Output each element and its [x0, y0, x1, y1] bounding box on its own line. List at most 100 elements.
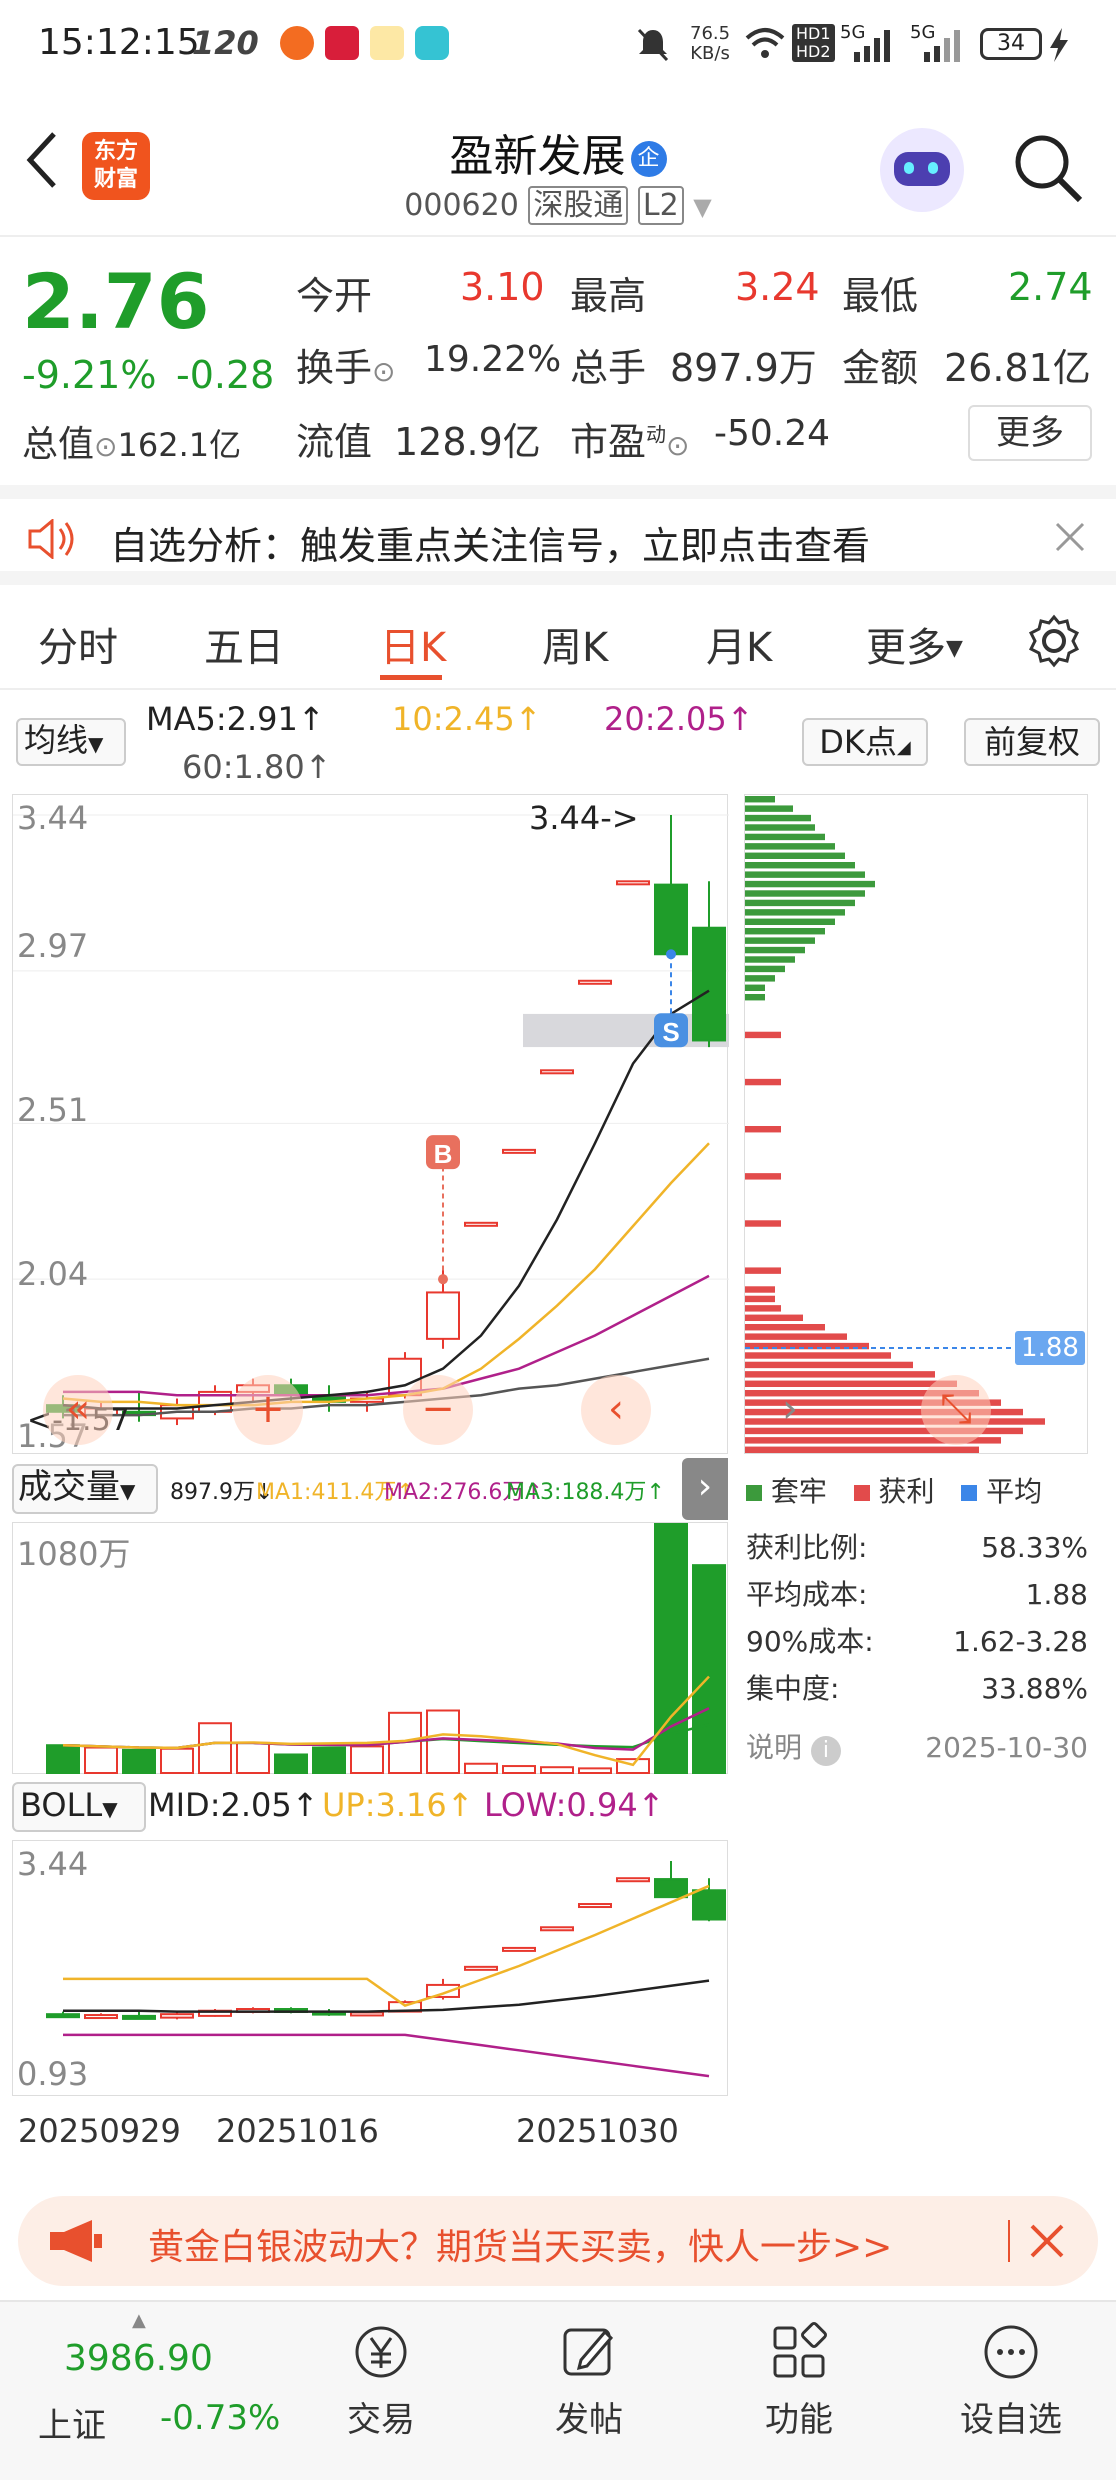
ma-select[interactable]: 均线▼	[16, 718, 126, 766]
stock-code: 000620	[404, 188, 519, 223]
scroll-left-button[interactable]: ‹	[581, 1375, 651, 1445]
stock-header: 东方 财富 盈新发展 企 000620 深股通 L2 ▼	[0, 90, 1116, 235]
chip-bar	[745, 880, 875, 888]
x-tick-label: 20250929	[18, 2112, 181, 2150]
chip-date: 2025-10-30	[925, 1731, 1088, 1764]
nav-trade[interactable]: 交易	[306, 2322, 456, 2441]
chip-bar	[745, 1352, 891, 1359]
search-icon[interactable]	[1010, 130, 1086, 206]
settings-gear-icon[interactable]	[1026, 613, 1082, 669]
scroll-left-fast-button[interactable]: «	[43, 1375, 113, 1445]
vol-ma2-legend: MA2:276.6万	[384, 1480, 525, 1505]
robot-assistant-icon[interactable]	[880, 128, 964, 212]
boll-panel[interactable]: 3.44 0.93	[12, 1840, 728, 2096]
mktcap-value: 162.1亿	[117, 426, 242, 464]
index-name[interactable]: 上证	[38, 2398, 106, 2447]
open-value: 3.10	[460, 265, 545, 309]
yen-coin-icon	[355, 2326, 407, 2378]
boll-select[interactable]: BOLL▼	[12, 1782, 146, 1832]
note-label[interactable]: 说明	[746, 1731, 802, 1764]
turnover-value: 19.22%	[424, 339, 562, 380]
tab-monthly-k[interactable]: 月K	[706, 615, 772, 673]
futures-ad-banner[interactable]: 黄金白银波动大？期货当天买卖，快人一步>>	[18, 2196, 1098, 2286]
x-tick-label: 20251030	[516, 2112, 679, 2150]
volume-bar	[46, 1744, 80, 1775]
vol-ma1-legend: MA1:411.4万	[256, 1480, 397, 1505]
nav-add-watchlist[interactable]: 设自选	[936, 2322, 1086, 2441]
taobao-icon	[280, 26, 314, 60]
battery-icon: 34	[980, 28, 1042, 60]
y-tick-label: 3.44	[17, 799, 89, 837]
volume-bar	[312, 1746, 346, 1774]
chip-bar	[745, 833, 825, 841]
pe-value: -50.24	[714, 413, 831, 454]
chip-bar	[745, 1173, 781, 1180]
ma10-legend: 10:2.45	[392, 700, 515, 738]
high-label: 最高	[570, 274, 647, 318]
boll-lower-line	[63, 2033, 710, 2078]
tab-daily-k[interactable]: 日K	[380, 615, 446, 673]
volume-panel[interactable]: 1080万	[12, 1522, 728, 1775]
volume-select[interactable]: 成交量▼	[12, 1464, 158, 1514]
boll-upper-line	[63, 1884, 710, 2007]
legend-profit: 获利	[878, 1475, 935, 1508]
boll-candle-body	[84, 2014, 118, 2020]
info-icon[interactable]: i	[810, 1736, 841, 1766]
legend-average: 平均	[986, 1475, 1043, 1508]
alert-banner[interactable]: 自选分析：触发重点关注信号，立即点击查看	[0, 485, 1116, 585]
chip-bar	[745, 1324, 825, 1331]
tab-weekly-k[interactable]: 周K	[542, 615, 608, 673]
nav-post[interactable]: 发帖	[514, 2322, 664, 2441]
turnover-label: 换手	[296, 346, 373, 390]
ma10-line	[62, 1142, 710, 1407]
float-label: 流值	[296, 420, 373, 464]
kline-panel[interactable]: BS 3.44 2.97 2.51 2.04 1.57 3.44-> <-1.5…	[12, 794, 729, 1454]
chip-bar	[745, 918, 835, 925]
tab-more[interactable]: 更多▼	[866, 615, 963, 673]
index-value[interactable]: 3986.90	[64, 2338, 213, 2379]
stock-name: 盈新发展	[449, 131, 626, 182]
close-icon[interactable]	[1054, 521, 1086, 553]
chip-bar	[745, 871, 865, 878]
chip-next-button[interactable]: ›	[755, 1375, 825, 1445]
adjust-button[interactable]: 前复权	[964, 718, 1100, 766]
boll-mid-line	[63, 1979, 710, 2013]
vol-ma1-line	[62, 1675, 710, 1767]
float-value: 128.9亿	[394, 420, 541, 464]
chip-distribution-panel[interactable]: 1.88 › ⤡	[744, 794, 1088, 1454]
chip-bar	[745, 1295, 775, 1303]
chip-bar	[745, 937, 815, 944]
close-ad-icon[interactable]	[1028, 2222, 1066, 2260]
high-marker: 3.44->	[529, 799, 639, 837]
more-button[interactable]: 更多	[968, 405, 1092, 461]
more-dots-icon	[984, 2325, 1038, 2379]
index-change[interactable]: -0.73%	[160, 2398, 280, 2438]
pe-label: 市盈	[570, 420, 647, 464]
candle-body	[616, 880, 650, 886]
nav-functions[interactable]: 功能	[724, 2322, 874, 2441]
market-badge: 深股通	[528, 186, 629, 225]
volume-bar	[122, 1748, 156, 1774]
chip-bar	[745, 1333, 847, 1340]
bottom-nav: ▲ 3986.90 上证 -0.73% 交易 发帖 功能 设自选	[0, 2300, 1116, 2480]
chip-bar	[745, 899, 855, 907]
zoom-out-button[interactable]: −	[403, 1375, 473, 1445]
volume-value: 897.9万	[670, 346, 817, 390]
dropdown-caret-icon[interactable]: ▼	[693, 193, 711, 221]
zoom-in-button[interactable]: +	[233, 1375, 303, 1445]
volume-bar	[198, 1722, 232, 1774]
alert-text: 自选分析：触发重点关注信号，立即点击查看	[110, 524, 871, 568]
candle-body	[502, 1148, 536, 1154]
refresh-rate: 120	[192, 24, 259, 62]
expand-icon[interactable]: ⤡	[921, 1375, 991, 1445]
expand-indicators-button[interactable]: ›	[682, 1458, 728, 1520]
chip-bar	[745, 1031, 781, 1039]
volume-bar	[84, 1746, 118, 1774]
dk-point-button[interactable]: DK点◢	[802, 718, 928, 766]
tab-intraday[interactable]: 分时	[38, 615, 118, 673]
chip-bar	[745, 1314, 803, 1321]
chip-bar	[745, 862, 855, 869]
candle-body	[540, 1069, 574, 1075]
tab-five-day[interactable]: 五日	[204, 615, 284, 673]
chip-bar	[745, 946, 805, 954]
